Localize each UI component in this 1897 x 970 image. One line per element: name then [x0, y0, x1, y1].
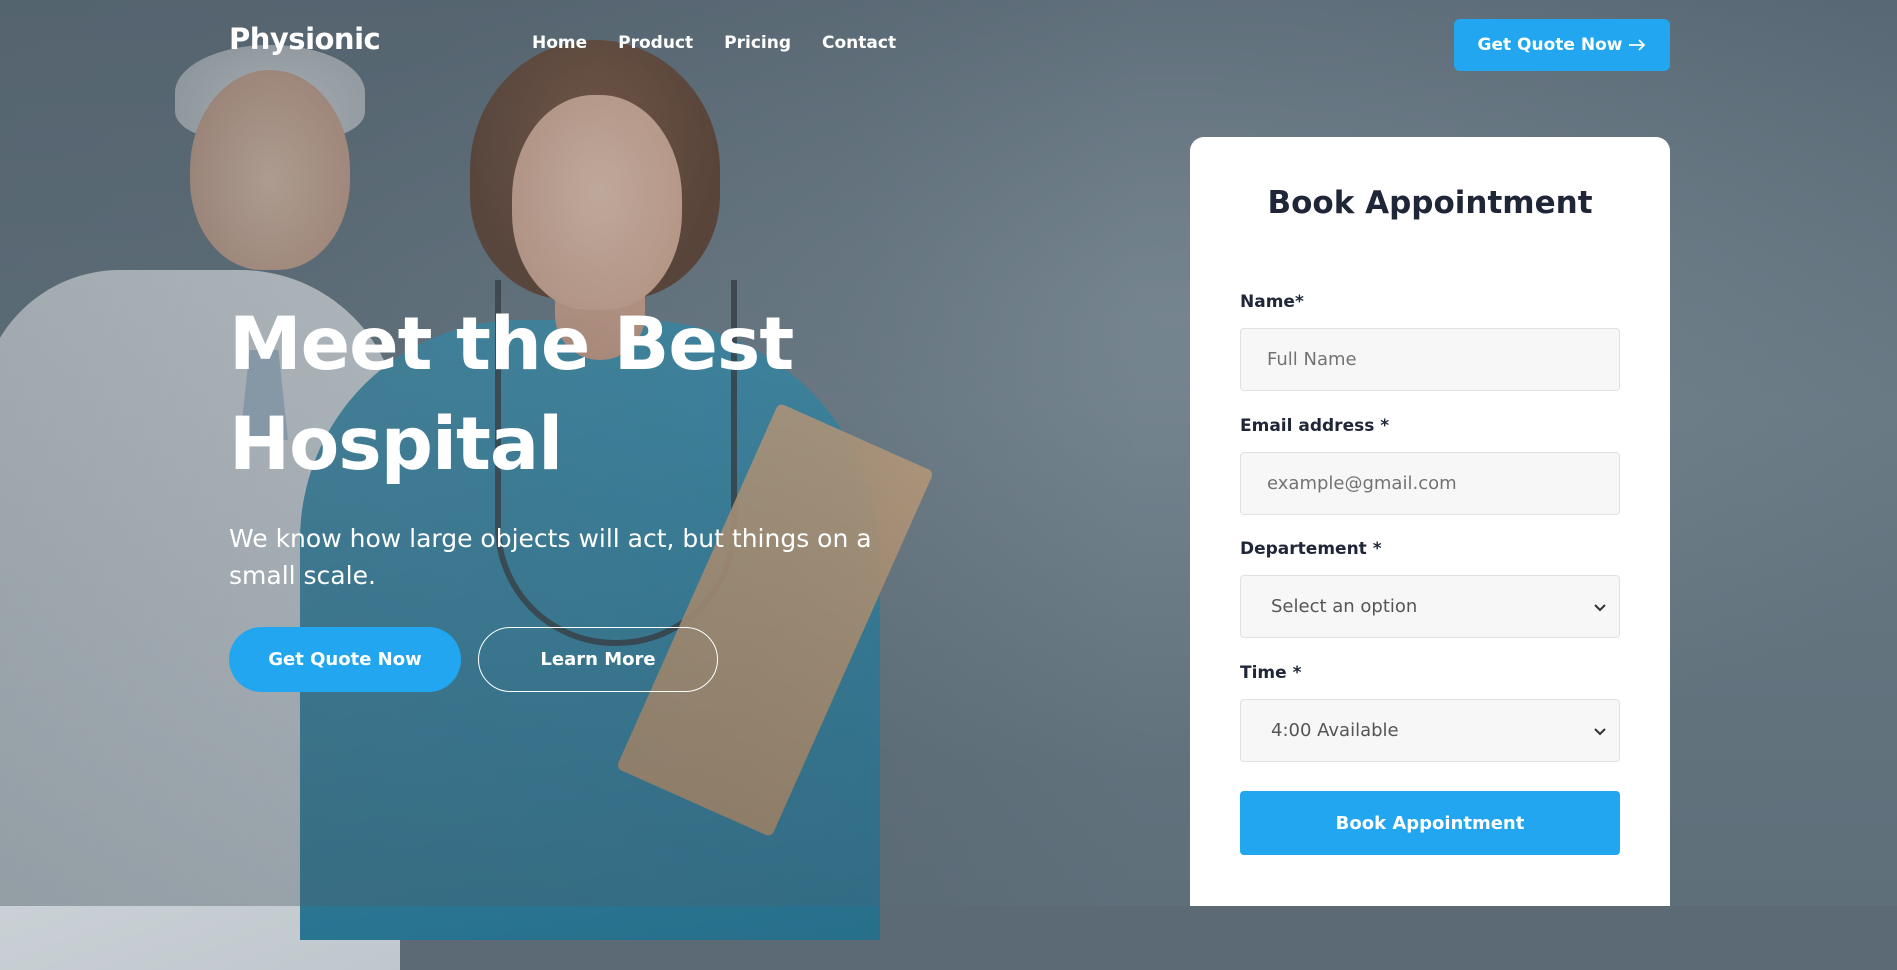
book-appointment-button[interactable]: Book Appointment	[1240, 791, 1620, 855]
department-selected-value: Select an option	[1271, 596, 1418, 617]
hero-title: Meet the Best Hospital	[229, 295, 869, 495]
department-select[interactable]: Select an option	[1240, 575, 1620, 638]
email-input[interactable]	[1240, 452, 1620, 515]
time-label: Time *	[1240, 663, 1302, 683]
hero-title-line-2: Hospital	[229, 402, 563, 487]
nav-home[interactable]: Home	[532, 33, 587, 53]
name-input[interactable]	[1240, 328, 1620, 391]
chevron-down-icon	[1594, 603, 1606, 611]
arrow-right-icon	[1629, 39, 1646, 51]
nav-pricing[interactable]: Pricing	[724, 33, 791, 53]
booking-title: Book Appointment	[1267, 185, 1593, 221]
brand-logo[interactable]: Physionic	[229, 22, 381, 56]
header-get-quote-button[interactable]: Get Quote Now	[1454, 19, 1670, 71]
name-label: Name*	[1240, 292, 1304, 312]
hero-learn-more-button[interactable]: Learn More	[478, 627, 718, 692]
nav-contact[interactable]: Contact	[822, 33, 896, 53]
chevron-down-icon	[1594, 727, 1606, 735]
department-label: Departement *	[1240, 539, 1382, 559]
main-nav: Home Product Pricing Contact	[532, 33, 896, 53]
hero-title-line-1: Meet the Best	[229, 302, 794, 387]
hero-subtitle: We know how large objects will act, but …	[229, 524, 872, 590]
time-select[interactable]: 4:00 Available	[1240, 699, 1620, 762]
header-get-quote-label: Get Quote Now	[1477, 35, 1623, 55]
email-label: Email address *	[1240, 416, 1390, 436]
hero-get-quote-button[interactable]: Get Quote Now	[229, 627, 461, 692]
time-selected-value: 4:00 Available	[1271, 720, 1399, 741]
nav-product[interactable]: Product	[618, 33, 693, 53]
